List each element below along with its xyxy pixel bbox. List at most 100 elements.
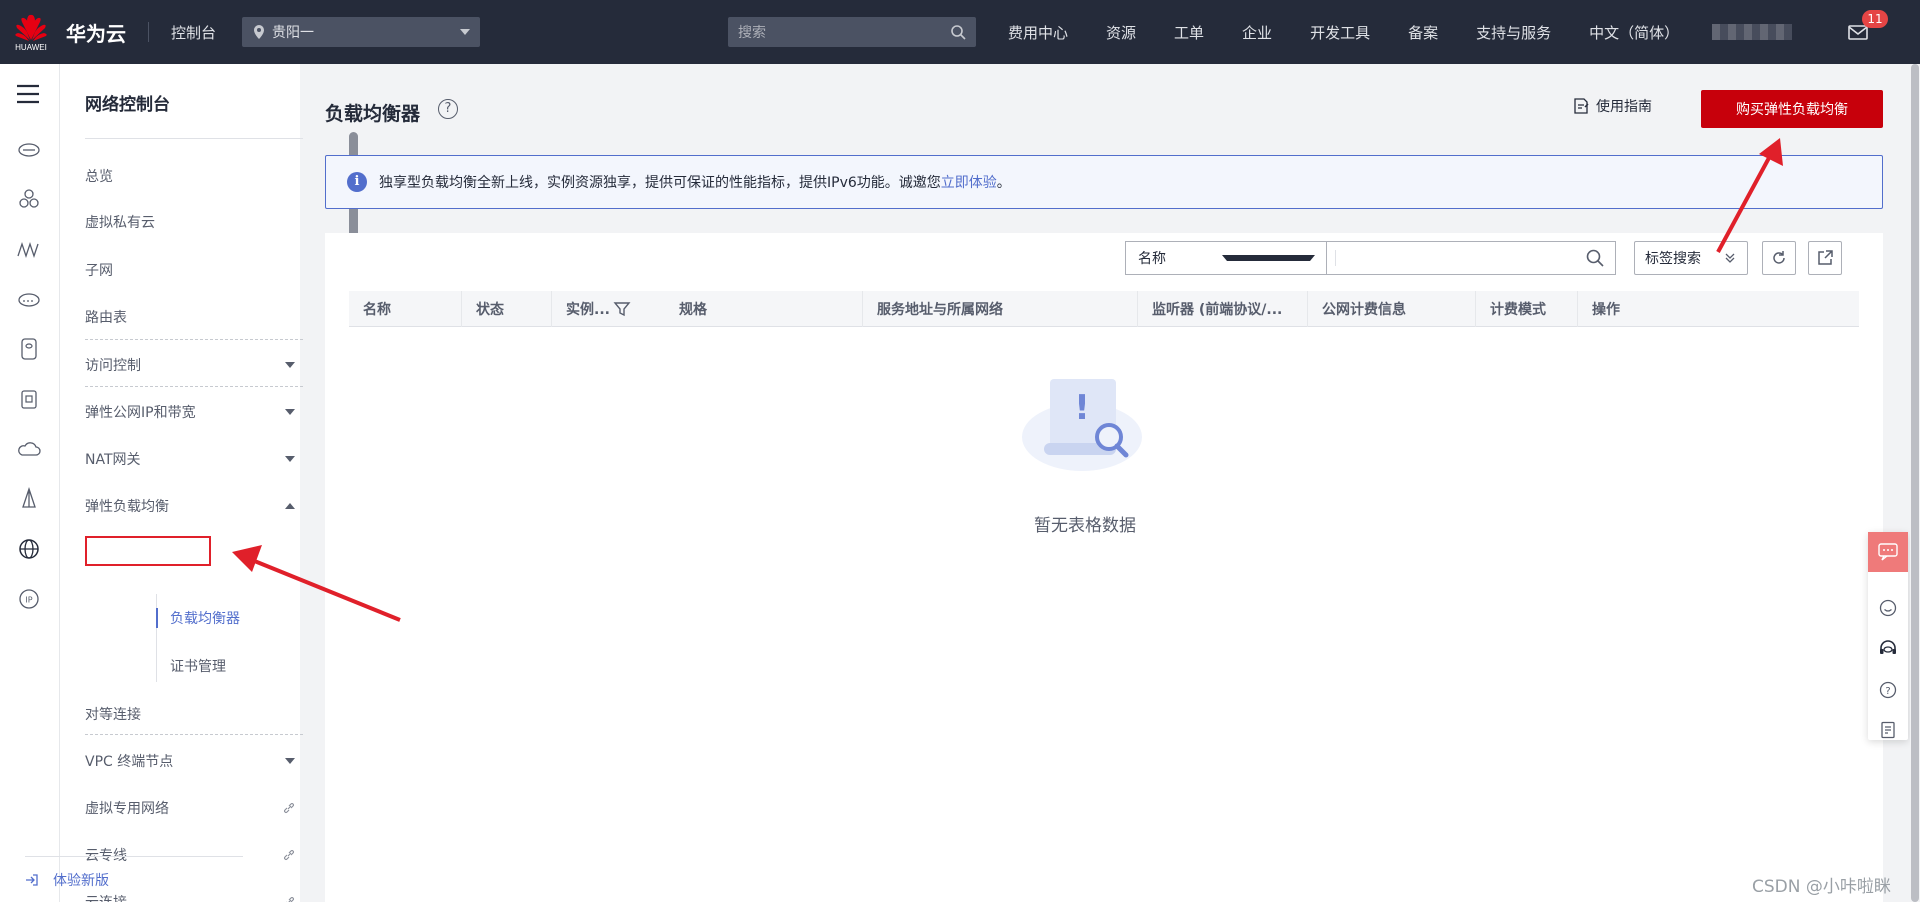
sidebar-item-certificates[interactable]: 证书管理	[170, 654, 310, 678]
nav-enterprise[interactable]: 企业	[1242, 22, 1272, 43]
double-chevron-down-icon	[1725, 253, 1735, 263]
column-header-operation: 操作	[1577, 291, 1859, 327]
try-new-version-link[interactable]: 体验新版	[25, 870, 109, 890]
deploy-icon[interactable]	[16, 486, 42, 512]
help-circle-icon[interactable]: ?	[1878, 680, 1898, 700]
refresh-icon	[1773, 251, 1785, 264]
cluster-icon[interactable]	[16, 186, 42, 212]
sidebar-item-eip[interactable]: 弹性公网IP和带宽	[85, 400, 295, 424]
sidebar-item-nat[interactable]: NAT网关	[85, 447, 295, 471]
sidebar-item-label: 负载均衡器	[170, 611, 240, 627]
sidebar-item-label: 弹性公网IP和带宽	[85, 405, 196, 421]
search-icon[interactable]	[1585, 248, 1605, 268]
search-placeholder: 搜索	[738, 25, 766, 41]
sidebar-item-elb[interactable]: 弹性负载均衡	[85, 494, 295, 518]
filter-search-input[interactable]	[1326, 241, 1616, 275]
page-scrollbar[interactable]	[1910, 64, 1920, 902]
sidebar-item-label: 路由表	[85, 310, 127, 326]
mail-count-badge: 11	[1862, 10, 1888, 28]
buy-elb-button[interactable]: 购买弹性负载均衡	[1701, 90, 1883, 128]
brand-name[interactable]: 华为云	[66, 18, 126, 47]
service-icon-rail: IP	[0, 64, 60, 902]
nav-icp[interactable]: 备案	[1408, 22, 1438, 43]
expand-icon	[285, 409, 295, 415]
watermark: CSDN @小咔啦眯	[1752, 877, 1891, 897]
location-pin-icon	[254, 25, 265, 39]
empty-data-illustration: !	[1022, 379, 1142, 471]
region-label: 贵阳一	[272, 25, 315, 41]
nav-language[interactable]: 中文（简体）	[1589, 22, 1679, 43]
sidebar-item-access-control[interactable]: 访问控制	[85, 353, 295, 377]
global-search-input[interactable]: 搜索	[728, 17, 976, 47]
chat-button[interactable]	[1868, 532, 1908, 572]
scrollbar-thumb[interactable]	[1911, 64, 1919, 902]
sidebar-title: 网络控制台	[85, 95, 170, 115]
column-header-billing-mode[interactable]: 计费模式	[1475, 291, 1577, 327]
divider	[25, 856, 243, 857]
search-icon	[951, 25, 966, 40]
column-header-spec[interactable]: 规格	[665, 291, 862, 327]
chevron-down-icon	[460, 29, 471, 35]
column-header-address[interactable]: 服务地址与所属网络	[862, 291, 1137, 327]
sidebar-item-vpn[interactable]: 虚拟专用网络	[85, 796, 295, 820]
ip-icon[interactable]: IP	[16, 586, 42, 612]
sidebar-item-subnet[interactable]: 子网	[85, 258, 295, 282]
export-button[interactable]	[1808, 241, 1842, 275]
region-selector[interactable]: 贵阳一	[242, 17, 481, 47]
filter-field-select[interactable]: 名称	[1125, 241, 1327, 275]
nav-support[interactable]: 支持与服务	[1476, 22, 1551, 43]
external-link-icon	[284, 850, 294, 860]
notes-icon[interactable]	[1878, 720, 1898, 740]
svg-text:!: !	[1074, 388, 1090, 428]
sidebar-item-overview[interactable]: 总览	[85, 164, 295, 188]
container-icon[interactable]	[16, 386, 42, 412]
notice-end: 。	[996, 175, 1011, 191]
main-content: 负载均衡器 ? 使用指南 购买弹性负载均衡 i 独享型负载均衡全新上线，实例资源…	[300, 64, 1910, 902]
network-icon[interactable]	[16, 236, 42, 262]
notice-text: 独享型负载均衡全新上线，实例资源独享，提供可保证的性能指标，提供IPv6功能。诚…	[379, 175, 941, 191]
filter-icon[interactable]	[613, 300, 631, 318]
column-header-public-billing[interactable]: 公网计费信息	[1307, 291, 1475, 327]
user-guide-link[interactable]: 使用指南	[1572, 96, 1652, 116]
user-account-blurred[interactable]	[1712, 24, 1792, 40]
external-link-icon	[286, 897, 294, 902]
menu-icon[interactable]	[16, 84, 40, 104]
sidebar-item-vpc-endpoint[interactable]: VPC 终端节点	[85, 749, 295, 773]
database-icon[interactable]	[16, 336, 42, 362]
help-icon[interactable]: ?	[438, 99, 458, 119]
external-link-icon	[284, 803, 294, 813]
sidebar-item-label: 总览	[85, 169, 113, 185]
sidebar-item-vpc[interactable]: 虚拟私有云	[85, 210, 295, 234]
sidebar-item-label: 对等连接	[85, 707, 141, 723]
sidebar-item-route-table[interactable]: 路由表	[85, 305, 295, 329]
column-header-status[interactable]: 状态	[461, 291, 551, 327]
tag-search-button[interactable]: 标签搜索	[1634, 241, 1748, 275]
huawei-logo[interactable]: HUAWEI	[0, 0, 62, 64]
nav-resources[interactable]: 资源	[1106, 22, 1136, 43]
sidebar-item-direct-connect[interactable]: 云专线	[85, 843, 295, 867]
refresh-button[interactable]	[1762, 241, 1796, 275]
nav-devtools[interactable]: 开发工具	[1310, 22, 1370, 43]
column-header-name[interactable]: 名称	[349, 291, 461, 327]
sidebar-item-peering[interactable]: 对等连接	[85, 702, 295, 726]
floating-toolbar: ?	[1868, 532, 1908, 740]
customer-service-icon[interactable]	[1878, 639, 1898, 659]
sidebar-item-load-balancer[interactable]: 负载均衡器	[170, 606, 310, 630]
cloud-server-icon[interactable]	[16, 136, 42, 162]
sidebar-item-cloud-connect[interactable]: 云连接	[85, 890, 295, 902]
try-now-link[interactable]: 立即体验	[941, 172, 997, 192]
storage-icon[interactable]	[16, 286, 42, 312]
sidebar-item-label: 云专线	[85, 848, 127, 864]
feedback-smile-icon[interactable]	[1878, 598, 1898, 618]
info-notice: i 独享型负载均衡全新上线，实例资源独享，提供可保证的性能指标，提供IPv6功能…	[325, 155, 1883, 209]
top-bar: HUAWEI 华为云 控制台 贵阳一 搜索 费用中心 资源 工单 企业 开发工具…	[0, 0, 1920, 64]
console-link[interactable]: 控制台	[171, 22, 216, 43]
nav-tickets[interactable]: 工单	[1174, 22, 1204, 43]
column-header-instance[interactable]: 实例...	[551, 291, 665, 327]
nav-billing[interactable]: 费用中心	[1008, 22, 1068, 43]
expand-icon	[285, 362, 295, 368]
column-header-listener[interactable]: 监听器 (前端协议/...	[1137, 291, 1307, 327]
globe-icon[interactable]	[16, 536, 42, 562]
cloud-icon[interactable]	[16, 436, 42, 462]
new-version-label: 体验新版	[53, 873, 109, 889]
